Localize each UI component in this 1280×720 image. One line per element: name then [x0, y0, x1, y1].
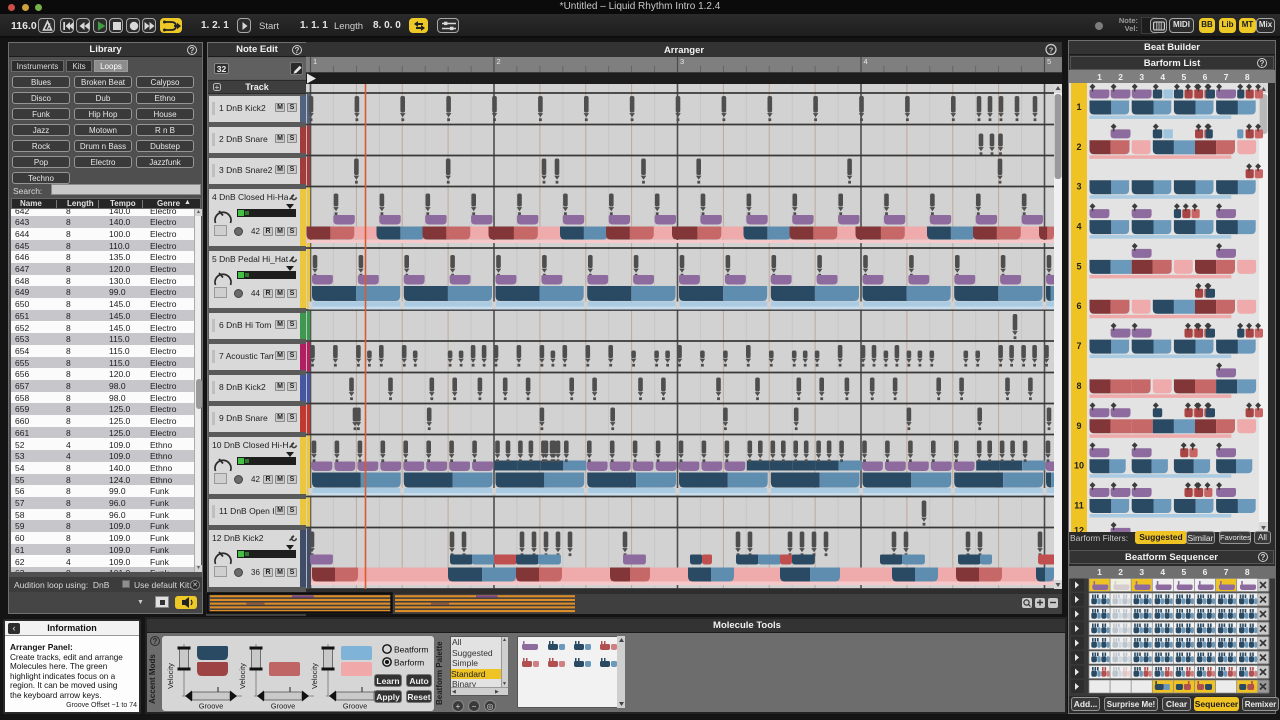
svg-text:7: 7	[1076, 341, 1081, 351]
svg-text:2: 2	[1076, 142, 1081, 152]
svg-text:Arranger: Arranger	[664, 45, 704, 56]
svg-text:5: 5	[1076, 261, 1081, 271]
svg-text:8: 8	[1076, 381, 1081, 391]
svg-text:Velocity: Velocity	[238, 663, 247, 689]
svg-text:6: 6	[1076, 301, 1081, 311]
svg-text:2: 2	[497, 57, 501, 66]
svg-text:5: 5	[1182, 72, 1187, 82]
svg-text:9: 9	[1076, 421, 1081, 431]
svg-text:1: 1	[1097, 567, 1102, 577]
svg-text:7: 7	[1224, 72, 1229, 82]
svg-text:6: 6	[1203, 567, 1208, 577]
svg-text:4: 4	[1160, 567, 1165, 577]
svg-text:10: 10	[1074, 461, 1084, 471]
svg-text:8: 8	[1245, 567, 1250, 577]
svg-text:3: 3	[1139, 567, 1144, 577]
svg-text:2: 2	[1118, 567, 1123, 577]
svg-text:6: 6	[1203, 72, 1208, 82]
svg-text:4: 4	[1160, 72, 1165, 82]
svg-text:2: 2	[1118, 72, 1123, 82]
svg-text:Groove: Groove	[271, 702, 296, 711]
svg-text:3: 3	[1139, 72, 1144, 82]
svg-text:12: 12	[1074, 525, 1084, 532]
svg-text:3: 3	[1076, 182, 1081, 192]
svg-text:11: 11	[1074, 501, 1084, 511]
svg-text:?: ?	[1049, 46, 1054, 55]
svg-text:Beatform: Beatform	[394, 645, 429, 655]
svg-text:1: 1	[1076, 102, 1081, 112]
svg-text:Barform: Barform	[394, 658, 424, 668]
svg-text:1: 1	[313, 57, 317, 66]
svg-text:5: 5	[1182, 567, 1187, 577]
svg-text:5: 5	[1047, 57, 1051, 66]
svg-text:8: 8	[1245, 72, 1250, 82]
svg-text:Velocity: Velocity	[166, 663, 175, 689]
svg-text:7: 7	[1224, 567, 1229, 577]
svg-text:3: 3	[680, 57, 684, 66]
svg-text:4: 4	[1076, 222, 1081, 232]
svg-text:Velocity: Velocity	[310, 663, 319, 689]
svg-text:Groove: Groove	[343, 702, 368, 711]
svg-text:Groove: Groove	[199, 702, 224, 711]
svg-text:4: 4	[864, 57, 868, 66]
svg-text:1: 1	[1097, 72, 1102, 82]
